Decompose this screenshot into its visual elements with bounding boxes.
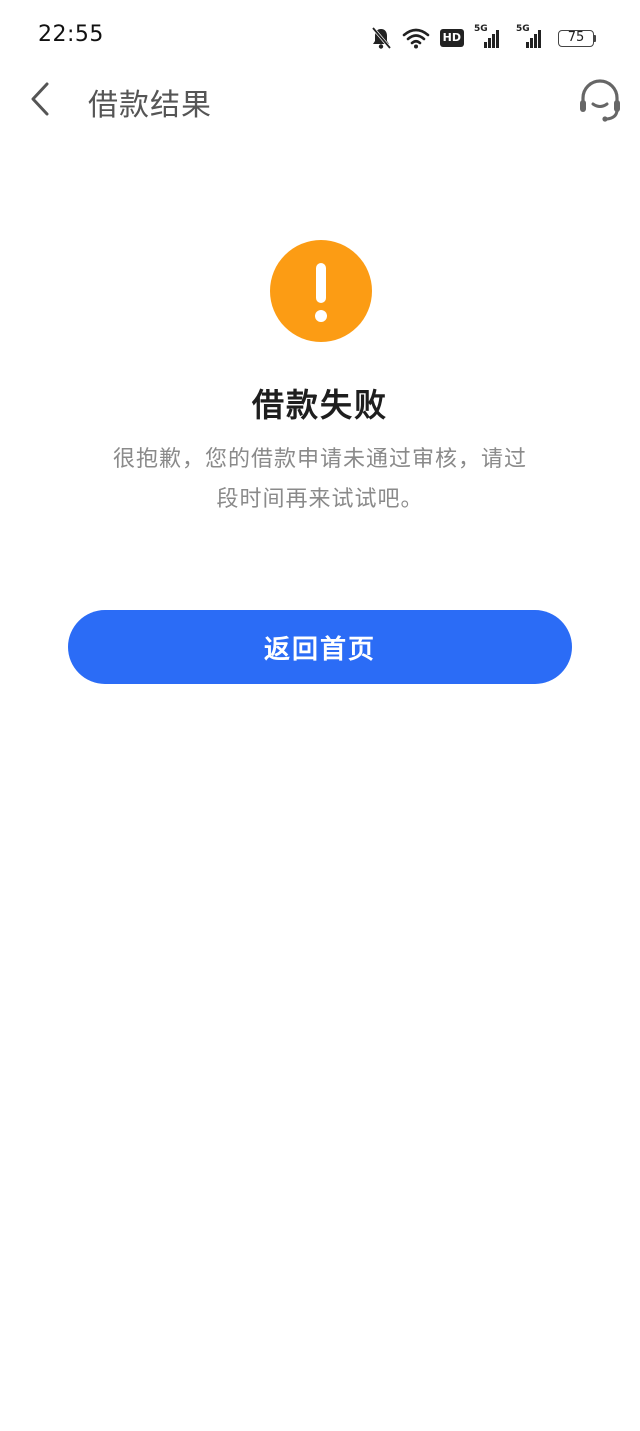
battery-icon: 75: [558, 29, 596, 47]
signal-5g-icon: 5G: [516, 24, 548, 48]
result-description: 很抱歉，您的借款申请未通过审核，请过段时间再来试试吧。: [112, 447, 527, 512]
status-bar: 22:55 HD 5G 5G 75: [0, 0, 640, 76]
customer-service-button[interactable]: [574, 76, 626, 124]
signal-5g-icon: 5G: [474, 24, 506, 48]
wifi-icon: [402, 27, 430, 49]
page-title: 借款结果: [88, 88, 212, 123]
back-button[interactable]: [20, 76, 60, 122]
exclamation-circle-icon: [270, 240, 372, 342]
status-icons: HD 5G 5G 75: [370, 24, 596, 52]
battery-level: 75: [558, 29, 594, 47]
network-type-label: 5G: [516, 24, 530, 34]
hd-icon: HD: [439, 29, 464, 47]
back-to-home-button[interactable]: 返回首页: [68, 610, 572, 684]
chevron-left-icon: [31, 82, 49, 116]
result-title: 借款失败: [251, 386, 388, 424]
bell-off-icon: [370, 26, 392, 50]
status-time: 22:55: [38, 22, 104, 47]
network-type-label: 5G: [474, 24, 488, 34]
nav-bar: 借款结果: [0, 76, 640, 124]
customer-service-headset-icon: [580, 79, 620, 122]
